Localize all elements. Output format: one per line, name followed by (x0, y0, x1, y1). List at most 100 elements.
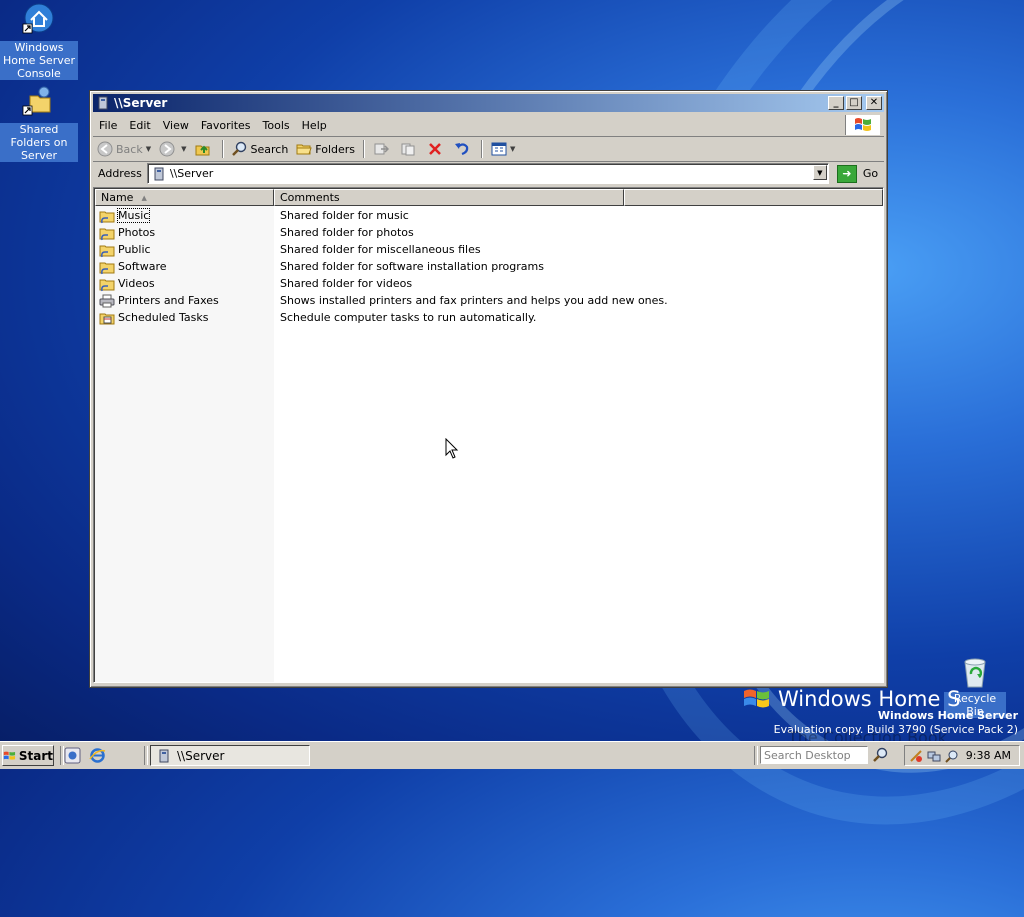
taskbar-separator (144, 746, 148, 765)
internet-explorer-icon[interactable] (89, 747, 106, 764)
item-comment: Shared folder for software installation … (280, 260, 544, 273)
search-button[interactable]: Search (228, 138, 293, 160)
item-comment: Shared folder for photos (280, 226, 414, 239)
copy-to-icon (401, 143, 415, 156)
shared-folder-icon (99, 262, 115, 274)
column-header-name-label: Name (101, 191, 134, 204)
menu-file[interactable]: File (93, 119, 123, 132)
brand-text: Windows Home S (778, 687, 961, 711)
server-icon (154, 167, 164, 180)
folders-button[interactable]: Folders (292, 138, 359, 160)
list-item[interactable]: Public Shared folder for miscellaneous f… (95, 241, 883, 258)
delete-x-icon (429, 143, 441, 155)
desktop-search-button[interactable] (870, 745, 892, 765)
chevron-down-icon: ▼ (181, 145, 187, 153)
system-tray: 9:38 AM (904, 745, 1020, 766)
search-icon (231, 141, 246, 156)
column-header-name[interactable]: Name ▲ (95, 189, 274, 206)
desktop-icon-label: Windows Home Server Console (0, 41, 78, 80)
list-item[interactable]: Printers and Faxes Shows installed print… (95, 292, 883, 309)
shared-folder-icon (99, 279, 115, 291)
minimize-button[interactable]: _ (828, 96, 844, 110)
taskbar-window-button[interactable]: \\Server (150, 745, 310, 766)
item-comment: Shows installed printers and fax printer… (280, 294, 668, 307)
list-rows: Music Shared folder for music Photos Sha… (95, 207, 883, 326)
recycle-bin-icon (964, 658, 986, 688)
folder-icon (296, 144, 312, 155)
desktop-icon-label: Shared Folders on Server (0, 123, 78, 162)
copy-to-button[interactable] (396, 138, 423, 160)
go-button[interactable]: ➜ Go (836, 164, 878, 183)
windows-flag-icon (744, 689, 769, 708)
file-list: Name ▲ Comments Music Shared folder for … (93, 187, 884, 683)
move-to-button[interactable] (369, 138, 396, 160)
list-item[interactable]: Videos Shared folder for videos (95, 275, 883, 292)
address-dropdown-button[interactable]: ▼ (812, 165, 827, 180)
address-input[interactable]: \\Server ▼ (146, 163, 829, 184)
menu-view[interactable]: View (157, 119, 195, 132)
item-name: Printers and Faxes (118, 294, 219, 307)
windows-flag-icon (3, 751, 16, 760)
views-grid-icon (491, 142, 507, 156)
network-tray-icon[interactable] (927, 749, 941, 763)
list-item[interactable]: Music Shared folder for music (95, 207, 883, 224)
undo-icon (455, 143, 469, 156)
desktop-icon-shared-folders[interactable]: Shared Folders on Server (0, 84, 78, 162)
search-icon (873, 747, 888, 762)
menu-help[interactable]: Help (296, 119, 333, 132)
column-headers: Name ▲ Comments (95, 189, 883, 206)
chevron-down-icon: ▼ (817, 168, 823, 177)
back-arrow-icon (97, 141, 113, 157)
close-button[interactable]: ✕ (866, 96, 882, 110)
toolbar-separator (363, 140, 366, 158)
windows-flag-icon (855, 118, 871, 131)
move-to-icon (374, 143, 390, 155)
menu-edit[interactable]: Edit (123, 119, 156, 132)
server-icon (98, 96, 108, 110)
go-arrow-icon: ➜ (836, 164, 857, 183)
security-tray-icon[interactable] (909, 749, 923, 763)
item-comment: Shared folder for videos (280, 277, 413, 290)
column-header-empty[interactable] (624, 189, 883, 206)
server-icon (159, 749, 169, 762)
menu-tools[interactable]: Tools (257, 119, 296, 132)
column-header-comments[interactable]: Comments (274, 189, 624, 206)
list-item[interactable]: Software Shared folder for software inst… (95, 258, 883, 275)
forward-button[interactable]: ▼ (155, 138, 190, 160)
desktop-search-input[interactable]: Search Desktop (760, 746, 868, 764)
maximize-button[interactable]: □ (846, 96, 862, 110)
item-name: Software (118, 260, 167, 273)
list-item[interactable]: Scheduled Tasks Schedule computer tasks … (95, 309, 883, 326)
folders-label: Folders (315, 142, 356, 156)
views-button[interactable]: ▼ (487, 138, 519, 160)
address-label: Address (98, 167, 142, 180)
server-console-quicklaunch-icon[interactable] (64, 747, 81, 764)
window-title: \\Server (114, 96, 168, 110)
shared-folder-icon (99, 211, 115, 223)
maximize-icon: □ (849, 97, 859, 108)
item-name: Photos (118, 226, 156, 239)
sort-ascending-icon: ▲ (141, 193, 147, 202)
menu-favorites[interactable]: Favorites (195, 119, 257, 132)
item-name: Videos (118, 277, 155, 290)
desktop-icon-home-server-console[interactable]: Windows Home Server Console (0, 2, 78, 80)
back-button[interactable]: Back ▼ (93, 138, 155, 160)
clock[interactable]: 9:38 AM (966, 749, 1011, 762)
up-folder-icon (195, 145, 209, 156)
chevron-down-icon: ▼ (510, 145, 516, 153)
item-comment: Shared folder for music (280, 209, 409, 222)
watermark-product: Windows Home Server (877, 709, 1018, 722)
delete-button[interactable] (423, 138, 450, 160)
undo-button[interactable] (450, 138, 477, 160)
up-folder-button[interactable] (191, 138, 218, 160)
item-name: Scheduled Tasks (118, 311, 209, 324)
start-button[interactable]: Start (2, 745, 54, 766)
taskbar: Start \\Server Search Desktop 9:38 AM (0, 741, 1024, 769)
window-titlebar[interactable]: \\Server _ □ ✕ (93, 94, 884, 112)
windows-logo (845, 115, 880, 135)
search-tray-icon[interactable] (945, 749, 959, 763)
list-item[interactable]: Photos Shared folder for photos (95, 224, 883, 241)
taskbar-separator (754, 746, 758, 765)
taskbar-window-title: \\Server (177, 748, 225, 763)
minimize-icon: _ (833, 97, 839, 108)
